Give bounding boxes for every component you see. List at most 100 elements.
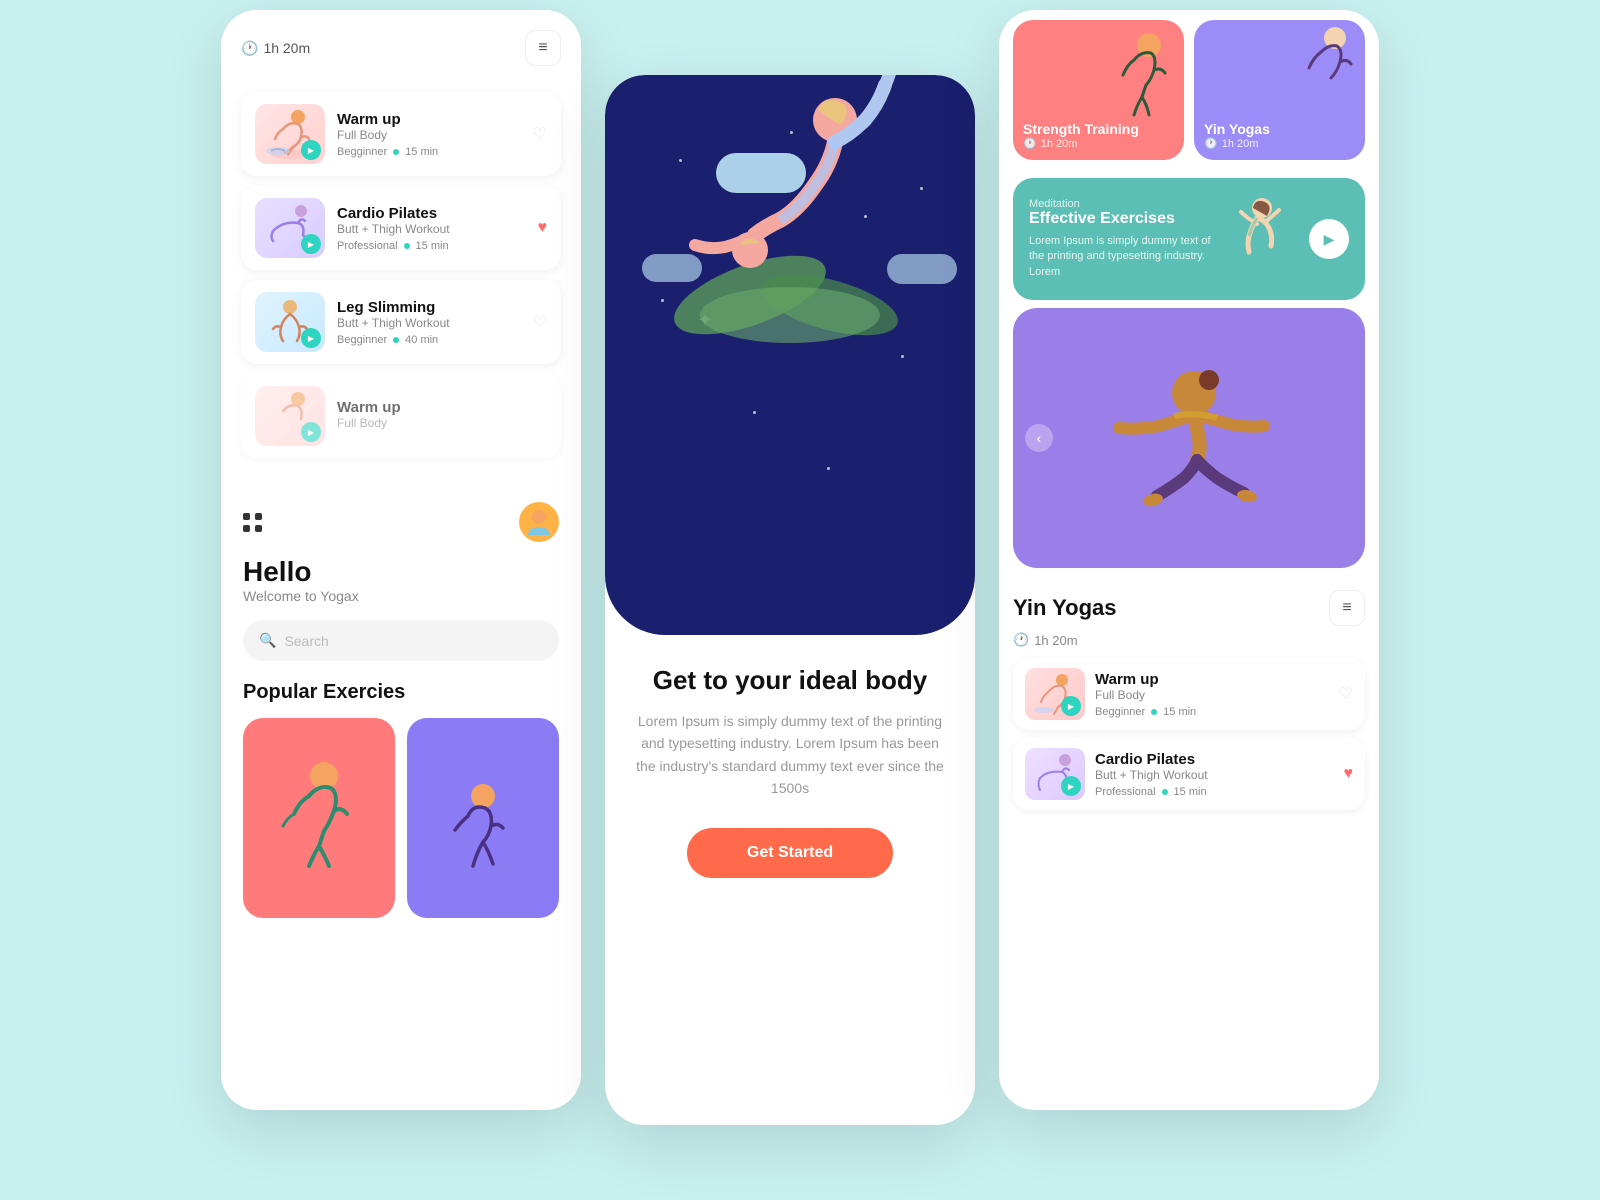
table-row[interactable]: ▶ Warm up Full Body Begginner 15 min ♡ xyxy=(1013,658,1365,730)
left-phone: 🕐 1h 20m ≡ ▶ xyxy=(221,10,581,1110)
exercise-level: Professional xyxy=(337,240,398,252)
hero-description: Lorem Ipsum is simply dummy text of the … xyxy=(633,710,947,800)
favorite-button[interactable]: ♥ xyxy=(1344,765,1354,783)
exercise-meta: Begginner 40 min xyxy=(337,334,521,346)
right-exercise-list: ▶ Warm up Full Body Begginner 15 min ♡ xyxy=(999,658,1379,810)
exercise-thumbnail: ▶ xyxy=(255,386,325,446)
category-duration: 🕐1h 20m xyxy=(1023,137,1174,150)
play-button[interactable]: ▶ xyxy=(1061,696,1081,716)
exercise-info: Cardio Pilates Butt + Thigh Workout Prof… xyxy=(337,205,526,252)
exercise-category: Butt + Thigh Workout xyxy=(337,316,521,330)
exercise-meta: Begginner 15 min xyxy=(337,146,521,158)
category-name: Strength Training xyxy=(1023,121,1174,137)
favorite-button[interactable]: ♡ xyxy=(533,312,547,332)
right-duration-row: 🕐 1h 20m xyxy=(999,630,1379,658)
exercise-name: Warm up xyxy=(337,399,547,416)
category-card-yoga[interactable]: Yin Yogas 🕐1h 20m xyxy=(1194,20,1365,160)
get-started-button[interactable]: Get Started xyxy=(687,828,893,878)
dot xyxy=(243,513,250,520)
exercise-info: Leg Slimming Butt + Thigh Workout Beggin… xyxy=(337,299,521,346)
duration-display: 🕐 1h 20m xyxy=(241,40,310,57)
exercise-thumbnail: ▶ xyxy=(255,104,325,164)
exercise-thumbnail: ▶ xyxy=(1025,668,1085,720)
back-nav-button[interactable]: ‹ xyxy=(1025,424,1053,452)
featured-label: Meditation xyxy=(1029,198,1215,210)
exercise-info: Warm up Full Body Begginner 15 min xyxy=(337,111,521,158)
clock-icon: 🕐 xyxy=(241,40,258,57)
category-duration: 🕐1h 20m xyxy=(1204,137,1355,150)
exercise-level: Professional xyxy=(1095,786,1156,798)
search-bar[interactable]: 🔍 Search xyxy=(243,620,559,661)
clock-icon: 🕐 xyxy=(1013,632,1029,648)
duration-value: 1h 20m xyxy=(263,40,310,56)
dot xyxy=(255,525,262,532)
featured-text: Meditation Effective Exercises Lorem Ips… xyxy=(1029,198,1215,280)
hero-section: ✦ xyxy=(605,75,975,635)
play-button[interactable]: ▶ xyxy=(301,140,321,160)
category-name: Yin Yogas xyxy=(1204,121,1355,137)
exercise-category: Full Body xyxy=(337,416,547,430)
greeting-title: Hello xyxy=(243,556,559,588)
dot-separator xyxy=(393,149,399,155)
popular-grid xyxy=(221,718,581,918)
greeting-section: Hello Welcome to Yogax xyxy=(221,556,581,620)
exercise-category: Butt + Thigh Workout xyxy=(337,222,526,236)
exercise-thumbnail: ▶ xyxy=(255,198,325,258)
play-button[interactable]: ▶ xyxy=(1061,776,1081,796)
filter-button[interactable]: ≡ xyxy=(525,30,561,66)
featured-play-button[interactable]: ▶ xyxy=(1309,219,1349,259)
featured-card[interactable]: Meditation Effective Exercises Lorem Ips… xyxy=(1013,178,1365,300)
exercise-time: 15 min xyxy=(416,240,449,252)
big-yoga-card[interactable]: ‹ xyxy=(1013,308,1365,568)
filter-icon: ≡ xyxy=(538,39,547,57)
duration-row: 🕐 1h 20m ≡ xyxy=(241,30,561,66)
exercise-name: Leg Slimming xyxy=(337,299,521,316)
dot xyxy=(243,525,250,532)
chevron-left-icon: ‹ xyxy=(1037,430,1042,446)
exercise-thumbnail: ▶ xyxy=(1025,748,1085,800)
play-button[interactable]: ▶ xyxy=(301,234,321,254)
table-row[interactable]: ▶ Cardio Pilates Butt + Thigh Workout Pr… xyxy=(1013,738,1365,810)
favorite-button[interactable]: ♡ xyxy=(533,124,547,144)
right-main-title: Yin Yogas xyxy=(1013,595,1117,621)
exercise-name: Cardio Pilates xyxy=(1095,751,1334,768)
play-button[interactable]: ▶ xyxy=(301,328,321,348)
exercise-name: Cardio Pilates xyxy=(337,205,526,222)
avatar[interactable] xyxy=(519,502,559,542)
play-button[interactable]: ▶ xyxy=(301,422,321,442)
search-icon: 🔍 xyxy=(259,632,276,649)
category-card-strength[interactable]: Strength Training 🕐1h 20m xyxy=(1013,20,1184,160)
exercise-info: Warm up Full Body Begginner 15 min xyxy=(1095,671,1329,718)
table-row[interactable]: ▶ Warm up Full Body xyxy=(241,374,561,458)
favorite-button[interactable]: ♥ xyxy=(538,219,548,237)
exercise-name: Warm up xyxy=(337,111,521,128)
onboarding-content: Get to your ideal body Lorem Ipsum is si… xyxy=(605,635,975,908)
exercise-name: Warm up xyxy=(1095,671,1329,688)
dot-separator xyxy=(1151,709,1157,715)
menu-dots-icon[interactable] xyxy=(243,513,263,532)
table-row[interactable]: ▶ Warm up Full Body Begginner 15 min ♡ xyxy=(241,92,561,176)
exercise-time: 15 min xyxy=(1174,786,1207,798)
home-header xyxy=(221,478,581,556)
dot-separator xyxy=(404,243,410,249)
exercise-time: 40 min xyxy=(405,334,438,346)
exercise-level: Begginner xyxy=(337,334,387,346)
center-phone: ✦ xyxy=(605,75,975,1125)
popular-card-yoga[interactable] xyxy=(407,718,559,918)
table-row[interactable]: ▶ Cardio Pilates Butt + Thigh Workout Pr… xyxy=(241,186,561,270)
dot xyxy=(255,513,262,520)
right-title-row: Yin Yogas ≡ xyxy=(999,576,1379,630)
exercise-thumbnail: ▶ xyxy=(255,292,325,352)
filter-button[interactable]: ≡ xyxy=(1329,590,1365,626)
table-row[interactable]: ▶ Leg Slimming Butt + Thigh Workout Begg… xyxy=(241,280,561,364)
popular-card-strength[interactable] xyxy=(243,718,395,918)
exercise-category: Full Body xyxy=(1095,688,1329,702)
exercise-time: 15 min xyxy=(1163,706,1196,718)
exercise-level: Begginner xyxy=(337,146,387,158)
exercise-level: Begginner xyxy=(1095,706,1145,718)
exercise-info: Warm up Full Body xyxy=(337,399,547,434)
favorite-button[interactable]: ♡ xyxy=(1339,684,1353,704)
exercise-category: Butt + Thigh Workout xyxy=(1095,768,1334,782)
featured-name: Effective Exercises xyxy=(1029,210,1215,228)
featured-description: Lorem Ipsum is simply dummy text of the … xyxy=(1029,234,1215,280)
